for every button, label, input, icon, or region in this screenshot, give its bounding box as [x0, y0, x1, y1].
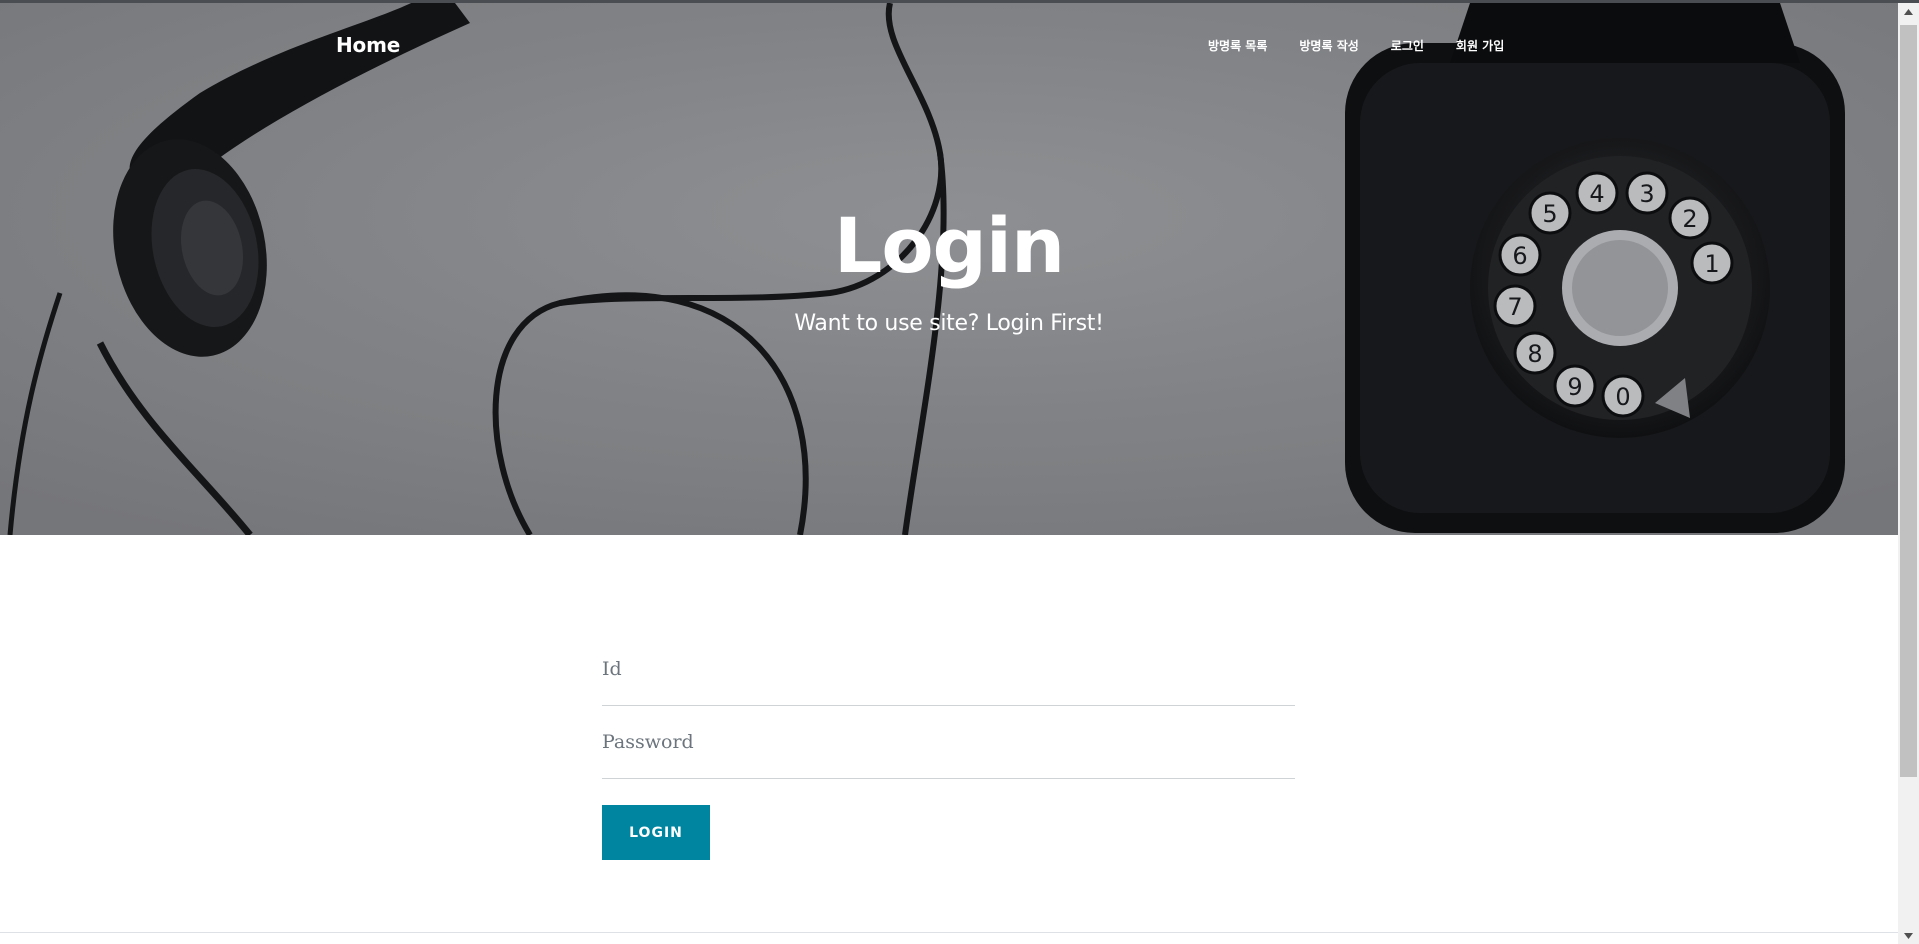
vertical-scrollbar[interactable]	[1898, 3, 1919, 944]
page: 1 2 3 4 5 6 7 8 9 0 Home 방명록 목록 방명록 작성 로…	[0, 3, 1898, 944]
id-field-group	[602, 633, 1295, 706]
masthead: 1 2 3 4 5 6 7 8 9 0 Home 방명록 목록 방명록 작성 로…	[0, 3, 1898, 535]
scroll-up-arrow-icon[interactable]	[1898, 3, 1919, 20]
nav-menu: 방명록 목록 방명록 작성 로그인 회원 가입	[1208, 37, 1536, 54]
scrollbar-thumb[interactable]	[1900, 25, 1917, 777]
password-field-group	[602, 706, 1295, 779]
password-input[interactable]	[602, 706, 1295, 778]
footer-divider	[0, 932, 1898, 933]
scroll-down-arrow-icon[interactable]	[1898, 927, 1919, 944]
nav-item-guestbook-list[interactable]: 방명록 목록	[1208, 37, 1267, 54]
navbar: Home 방명록 목록 방명록 작성 로그인 회원 가입	[0, 3, 1898, 87]
page-title: Login	[833, 201, 1065, 290]
login-button[interactable]: LOGIN	[602, 805, 710, 860]
id-input[interactable]	[602, 633, 1295, 705]
brand-home-link[interactable]: Home	[336, 33, 400, 57]
login-form	[602, 633, 1295, 779]
nav-item-guestbook-write[interactable]: 방명록 작성	[1299, 37, 1358, 54]
nav-item-login[interactable]: 로그인	[1391, 37, 1424, 54]
nav-item-signup[interactable]: 회원 가입	[1456, 37, 1504, 54]
page-subtitle: Want to use site? Login First!	[794, 311, 1104, 336]
